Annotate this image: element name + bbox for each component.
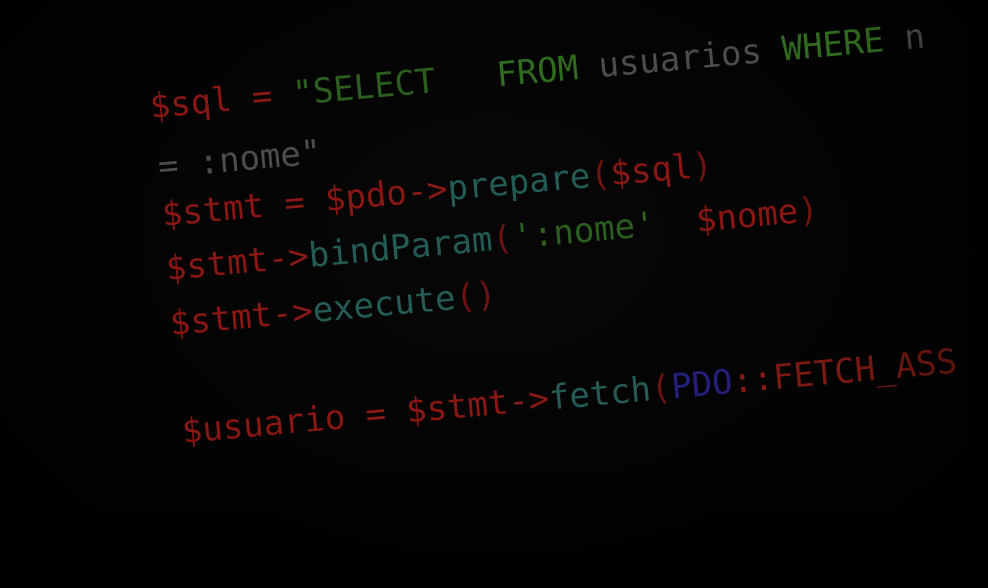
code-token-op: -> — [270, 291, 315, 335]
code-token-op: = — [343, 391, 409, 438]
code-block: $sql = "SELECT FROM usuarios WHERE n = :… — [0, 0, 988, 588]
code-token-paren: ) — [690, 144, 715, 187]
code-token-var: $stmt — [168, 294, 274, 344]
code-token-var: $nome — [694, 191, 800, 241]
code-line-sql: $sql = "SELECT FROM usuarios WHERE n — [148, 16, 927, 127]
code-token-op: -> — [404, 169, 450, 213]
code-token-str: "SELECT — [290, 55, 499, 114]
code-token-const: FETCH_ASS — [771, 341, 959, 399]
code-line-execute: $stmt->execute() — [168, 274, 499, 344]
code-token-fn: fetch — [547, 369, 653, 419]
code-token-fn: bindParam — [306, 219, 495, 276]
code-token-var: $sql — [608, 146, 694, 195]
code-token-var: $stmt — [404, 382, 511, 432]
code-token-var: $stmt — [160, 185, 266, 235]
code-token-op: :: — [730, 358, 776, 402]
code-token-op: = — [229, 74, 295, 120]
code-token-op: -> — [506, 378, 551, 423]
code-token-txt: n — [882, 16, 927, 61]
code-token-fn: prepare — [445, 156, 592, 209]
code-line-sql-continuation: = :nome" — [156, 132, 323, 187]
code-token-op: = — [262, 180, 327, 226]
code-token-var: $stmt — [164, 239, 270, 289]
code-token-fn: execute — [310, 278, 458, 331]
code-photo: $sql = "SELECT FROM usuarios WHERE n = :… — [0, 0, 988, 588]
code-token-str: ':nome' — [510, 200, 698, 258]
code-token-cls: PDO — [669, 361, 735, 408]
code-token-var: $usuario — [180, 397, 347, 452]
code-token-txt: usuarios — [576, 29, 784, 88]
code-line-fetch: $usuario = $stmt->fetch(PDO::FETCH_ASS — [180, 341, 959, 452]
code-token-var: $sql — [148, 79, 234, 127]
code-token-paren: ) — [796, 189, 821, 232]
code-token-kw: WHERE — [780, 20, 886, 70]
code-token-txt: = :nome" — [156, 132, 323, 187]
code-token-paren: () — [453, 274, 499, 318]
code-token-var: $pdo — [323, 172, 409, 221]
code-token-kw: FROM — [494, 48, 580, 96]
code-token-op: -> — [266, 236, 311, 280]
